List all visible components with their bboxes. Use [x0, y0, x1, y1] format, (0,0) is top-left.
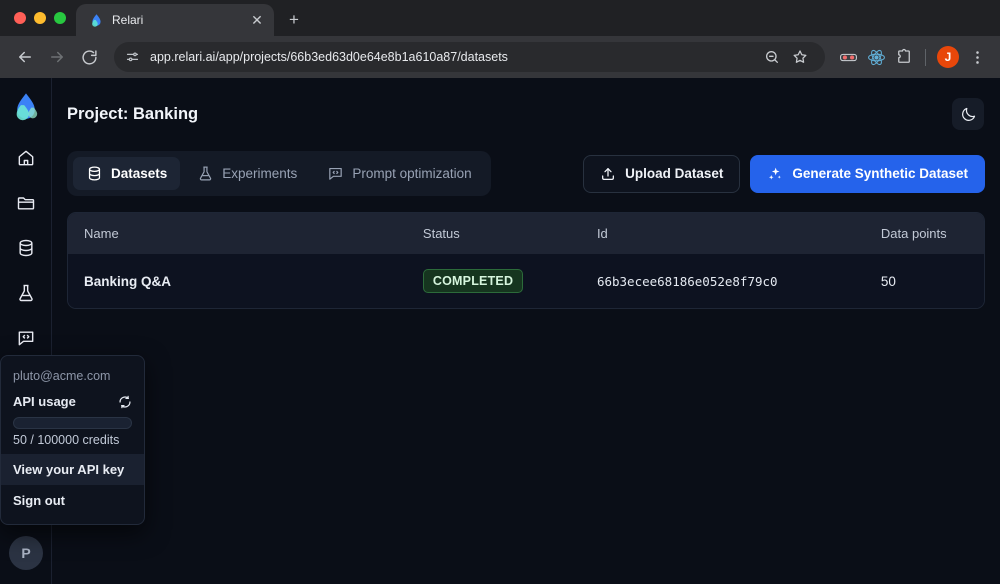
site-settings-icon[interactable]	[124, 49, 141, 66]
upload-dataset-label: Upload Dataset	[625, 166, 724, 181]
cell-dataset-status: COMPLETED	[406, 254, 581, 308]
theme-toggle-button[interactable]	[952, 98, 984, 130]
address-bar-url[interactable]: app.relari.ai/app/projects/66b3ed63d0e64…	[150, 50, 750, 64]
window-traffic-lights	[10, 0, 76, 36]
tab-datasets[interactable]: Datasets	[73, 157, 181, 190]
browser-tab-title: Relari	[112, 13, 144, 27]
user-email: pluto@acme.com	[13, 369, 111, 383]
sidebar-item-prompt-optimization[interactable]	[8, 320, 44, 356]
relari-droplet-logo-icon[interactable]	[9, 90, 43, 124]
table-row[interactable]: Banking Q&A COMPLETED 66b3ecee68186e052e…	[68, 254, 984, 308]
action-buttons: Upload Dataset Generate Synthetic Datase…	[583, 154, 985, 193]
column-header-status[interactable]: Status	[407, 213, 581, 254]
generate-synthetic-dataset-button[interactable]: Generate Synthetic Dataset	[750, 154, 985, 193]
tab-prompt-optimization[interactable]: Prompt optimization	[314, 157, 484, 190]
page-header: Project: Banking	[52, 88, 1000, 140]
minimize-window-button[interactable]	[34, 12, 46, 24]
three-dot-menu-icon[interactable]	[964, 44, 990, 70]
column-header-data-points[interactable]: Data points	[865, 213, 984, 254]
sidebar-item-datasets[interactable]	[8, 230, 44, 266]
flask-icon	[197, 165, 214, 182]
tab-prompt-optimization-label: Prompt optimization	[352, 166, 472, 181]
controls-row: Datasets Experiments Prompt optimization	[52, 151, 1000, 196]
close-icon[interactable]: ✕	[248, 11, 266, 29]
cell-dataset-name: Banking Q&A	[68, 254, 407, 308]
moon-icon	[960, 106, 977, 123]
goggles-extension-icon[interactable]	[835, 44, 861, 70]
api-credits-text: 50 / 100000 credits	[13, 433, 120, 447]
table-header-row: Name Status Id Data points	[68, 213, 984, 254]
magnifier-icon[interactable]	[759, 44, 785, 70]
omnibox-right-icons	[759, 44, 813, 70]
page-title: Project: Banking	[67, 104, 199, 123]
upload-icon	[600, 166, 616, 182]
app-sidebar: pluto@acme.com API usage 50 / 100000 cre…	[0, 78, 145, 584]
extensions-puzzle-icon[interactable]	[891, 44, 917, 70]
cell-dataset-data-points: 50	[864, 254, 984, 308]
user-account-menu: pluto@acme.com API usage 50 / 100000 cre…	[0, 355, 145, 525]
menu-item-sign-out[interactable]: Sign out	[1, 485, 144, 516]
column-header-name[interactable]: Name	[68, 213, 407, 254]
code-chat-icon	[327, 165, 344, 182]
database-icon	[16, 238, 36, 258]
sparkles-icon	[767, 166, 783, 182]
menu-item-view-api-key[interactable]: View your API key	[1, 454, 144, 485]
generate-synthetic-dataset-label: Generate Synthetic Dataset	[792, 166, 968, 181]
datasets-table: Name Status Id Data points Banking Q&A C…	[67, 212, 985, 309]
browser-profile-avatar[interactable]: J	[937, 46, 959, 68]
status-badge: COMPLETED	[422, 269, 524, 293]
star-icon[interactable]	[787, 44, 813, 70]
refresh-icon[interactable]	[118, 395, 132, 409]
tab-experiments[interactable]: Experiments	[184, 157, 310, 190]
toolbar-divider	[925, 48, 926, 66]
code-chat-icon	[16, 328, 36, 348]
browser-tab-relari[interactable]: Relari ✕	[76, 4, 274, 36]
new-tab-button[interactable]: +	[280, 6, 308, 34]
tab-experiments-label: Experiments	[222, 166, 298, 181]
main-content: Project: Banking Datasets Experiments Pr…	[52, 78, 1000, 584]
api-usage-label: API usage	[13, 394, 76, 409]
sidebar-item-projects[interactable]	[8, 185, 44, 221]
arrow-left-icon[interactable]	[10, 42, 40, 72]
browser-toolbar: app.relari.ai/app/projects/66b3ed63d0e64…	[0, 36, 1000, 78]
column-header-id[interactable]: Id	[581, 213, 865, 254]
api-usage-row: API usage	[1, 394, 144, 409]
cell-dataset-id: 66b3ecee68186e052e8f79c0	[580, 254, 865, 308]
folder-icon	[16, 193, 36, 213]
react-devtools-extension-icon[interactable]	[863, 44, 889, 70]
database-icon	[86, 165, 103, 182]
address-bar[interactable]: app.relari.ai/app/projects/66b3ed63d0e64…	[114, 42, 825, 72]
maximize-window-button[interactable]	[54, 12, 66, 24]
sidebar-item-experiments[interactable]	[8, 275, 44, 311]
upload-dataset-button[interactable]: Upload Dataset	[583, 154, 741, 193]
tab-datasets-label: Datasets	[111, 166, 168, 181]
app-viewport: pluto@acme.com API usage 50 / 100000 cre…	[0, 78, 1000, 584]
browser-tab-strip: Relari ✕ +	[0, 0, 1000, 36]
close-window-button[interactable]	[14, 12, 26, 24]
flask-icon	[16, 283, 36, 303]
sidebar-item-home[interactable]	[8, 140, 44, 176]
browser-chrome: Relari ✕ + app.relari.ai/app/projects/66…	[0, 0, 1000, 78]
api-usage-progress-bar	[13, 417, 132, 429]
relari-droplet-logo-icon	[88, 12, 104, 28]
arrow-right-icon[interactable]	[42, 42, 72, 72]
home-icon	[16, 148, 36, 168]
section-tabs: Datasets Experiments Prompt optimization	[67, 151, 491, 196]
sidebar-user-avatar[interactable]: P	[9, 536, 43, 570]
reload-icon[interactable]	[74, 42, 104, 72]
